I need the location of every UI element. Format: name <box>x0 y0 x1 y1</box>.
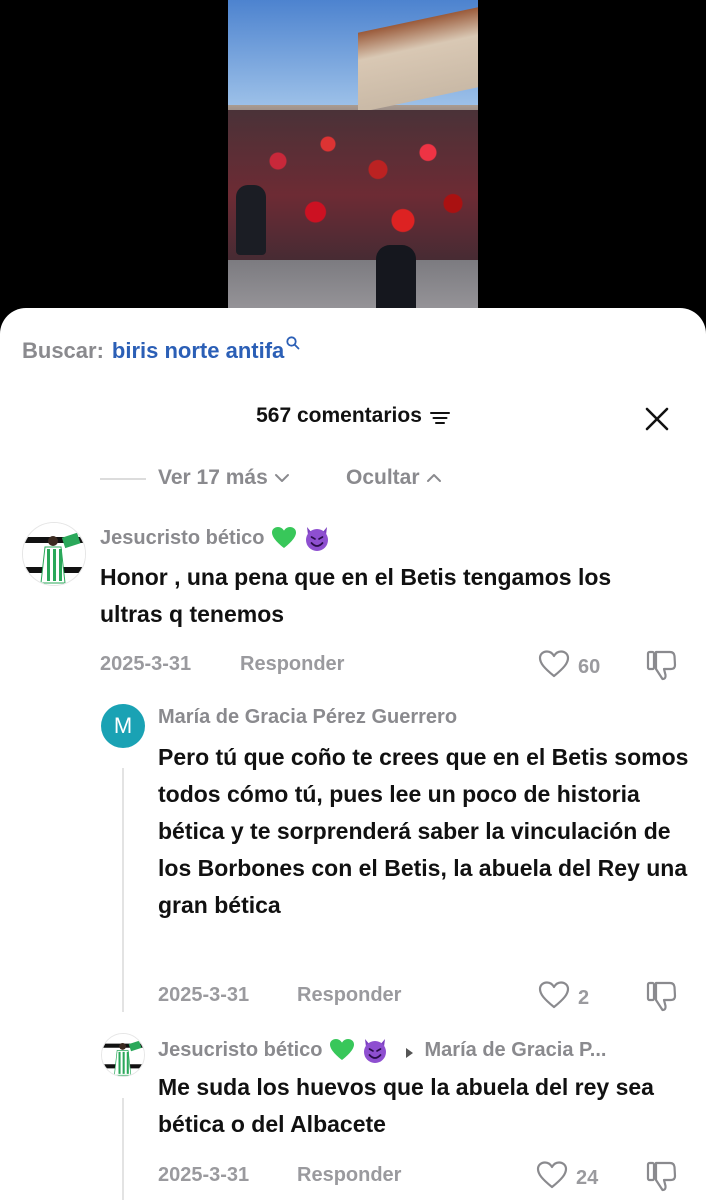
comment-date: 2025-3-31 <box>100 653 192 675</box>
video-police-figure <box>236 185 266 255</box>
view-more-button[interactable]: Ver 17 más <box>158 466 290 490</box>
avatar-image <box>102 1034 144 1076</box>
green-heart-icon <box>329 1038 355 1062</box>
caret-right-icon <box>403 1043 415 1058</box>
chevron-down-icon <box>274 473 290 483</box>
search-suggestion[interactable]: Buscar: biris norte antifa <box>22 336 300 364</box>
comment-date: 2025-3-31 <box>158 984 250 1006</box>
comments-header: 567 comentarios <box>0 404 706 436</box>
sort-icon[interactable] <box>429 408 450 424</box>
thread-line <box>122 768 124 1012</box>
heart-icon <box>536 1161 568 1195</box>
dislike-button[interactable] <box>644 979 678 1018</box>
thread-line <box>122 1098 124 1200</box>
comment-text: Pero tú que coño te crees que en el Beti… <box>158 744 689 918</box>
avatar[interactable]: M <box>101 704 145 748</box>
divider-line <box>100 478 146 480</box>
hide-label: Ocultar <box>346 466 420 489</box>
hide-replies-button[interactable]: Ocultar <box>346 466 442 490</box>
dislike-button[interactable] <box>644 1159 678 1198</box>
comment-text: Honor , una pena que en el Betis tengamo… <box>100 564 612 627</box>
comment-username[interactable]: Jesucristo bético <box>100 524 331 552</box>
avatar[interactable] <box>22 522 86 586</box>
heart-icon <box>538 650 570 684</box>
thumbs-down-icon <box>646 650 677 681</box>
reply-button[interactable]: Responder <box>297 984 401 1007</box>
smiling-devil-icon <box>303 524 331 552</box>
thumbs-down-icon <box>646 1161 677 1192</box>
chevron-up-icon <box>426 473 442 483</box>
replies-toggles: Ver 17 más Ocultar <box>0 466 706 496</box>
comments-sheet: Buscar: biris norte antifa 567 comentari… <box>0 308 706 1200</box>
username-label: Jesucristo bético <box>158 1038 323 1061</box>
like-count: 24 <box>576 1166 599 1189</box>
heart-icon <box>538 981 570 1015</box>
green-heart-icon <box>271 526 297 550</box>
thumbs-down-icon <box>646 981 677 1012</box>
username-label: María de Gracia Pérez Guerrero <box>158 706 458 728</box>
smiling-devil-icon <box>361 1036 389 1064</box>
reply-button[interactable]: Responder <box>297 1164 401 1187</box>
video-player[interactable] <box>228 0 478 330</box>
reply-button[interactable]: Responder <box>240 653 344 676</box>
view-more-label: Ver 17 más <box>158 466 268 489</box>
username-label: Jesucristo bético <box>100 526 265 549</box>
avatar-letter: M <box>113 713 133 738</box>
close-icon[interactable] <box>642 404 672 434</box>
comment-username[interactable]: María de Gracia Pérez Guerrero <box>158 706 457 729</box>
dislike-button[interactable] <box>644 648 678 687</box>
search-query-link[interactable]: biris norte antifa <box>112 338 284 364</box>
like-count: 60 <box>578 655 601 678</box>
like-count: 2 <box>578 986 590 1009</box>
comment-date: 2025-3-31 <box>158 1164 250 1186</box>
like-button[interactable]: 60 <box>538 650 600 684</box>
comment-text: Me suda los huevos que la abuela del rey… <box>158 1074 654 1137</box>
like-button[interactable]: 2 <box>538 981 589 1015</box>
avatar-image <box>23 523 85 585</box>
avatar[interactable] <box>101 1033 145 1077</box>
comment-count-label: 567 comentarios <box>256 404 422 427</box>
search-prefix: Buscar: <box>22 338 104 363</box>
reply-to-username[interactable]: María de Gracia P... <box>425 1039 607 1062</box>
comment-username[interactable]: Jesucristo bético María de Gracia P... <box>158 1036 606 1064</box>
search-icon <box>286 336 300 350</box>
comment-count: 567 comentarios <box>256 404 450 428</box>
like-button[interactable]: 24 <box>536 1161 598 1195</box>
